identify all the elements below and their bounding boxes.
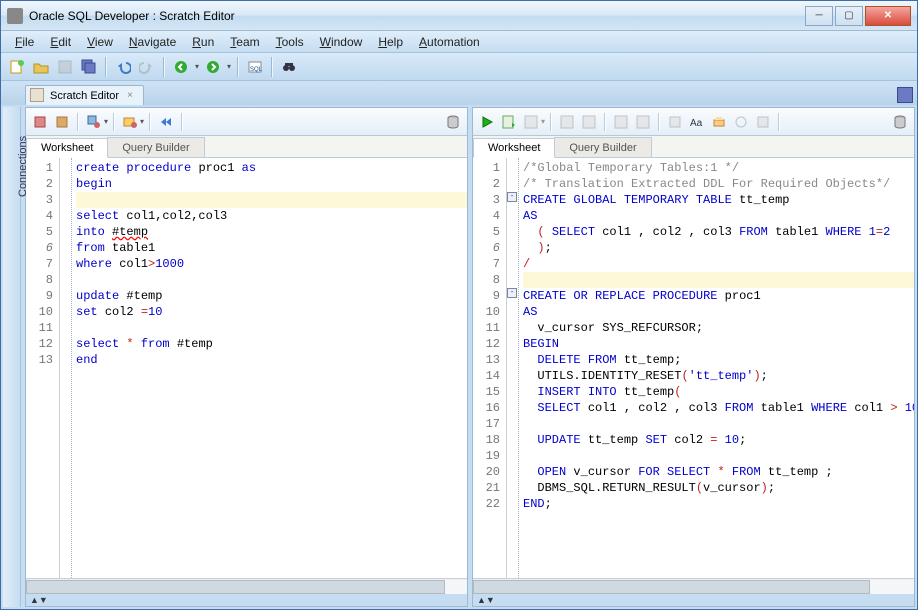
back-dropdown-icon[interactable]: ▾ bbox=[195, 62, 199, 71]
sub-separator bbox=[181, 113, 183, 131]
document-icon bbox=[30, 88, 44, 102]
left-gutter: 12345678910111213 bbox=[26, 158, 60, 578]
cube-icon[interactable] bbox=[30, 112, 50, 132]
connections-rail[interactable]: Connections bbox=[3, 107, 21, 607]
menubar: FileEditViewNavigateRunTeamToolsWindowHe… bbox=[1, 31, 917, 53]
right-ws-tabs: Worksheet Query Builder bbox=[473, 136, 914, 158]
tab-close-icon[interactable]: × bbox=[127, 90, 133, 101]
tool2-icon[interactable] bbox=[120, 112, 140, 132]
toolbar-separator bbox=[163, 57, 165, 77]
autotrace-icon[interactable] bbox=[557, 112, 577, 132]
svg-text:SQL: SQL bbox=[250, 67, 263, 73]
right-editor[interactable]: 12345678910111213141516171819202122 -- /… bbox=[473, 158, 914, 578]
right-pane: ▾ Aa Worksheet Query Builder bbox=[472, 107, 915, 607]
left-ws-tabs: Worksheet Query Builder bbox=[26, 136, 467, 158]
toolbar-separator bbox=[271, 57, 273, 77]
tab-label: Scratch Editor bbox=[50, 90, 119, 102]
main-toolbar: ▾ ▾ SQL bbox=[1, 53, 917, 81]
right-sub-toolbar: ▾ Aa bbox=[473, 108, 914, 136]
forward-dropdown-icon[interactable]: ▾ bbox=[227, 62, 231, 71]
case-icon[interactable]: Aa bbox=[687, 112, 707, 132]
tab-query-builder[interactable]: Query Builder bbox=[554, 137, 651, 157]
minimize-button[interactable]: ─ bbox=[805, 6, 833, 26]
app-icon bbox=[7, 8, 23, 24]
undo-icon[interactable] bbox=[113, 57, 133, 77]
sub-separator bbox=[550, 113, 552, 131]
left-fold-gutter bbox=[60, 158, 72, 578]
sub-separator bbox=[604, 113, 606, 131]
sub-separator bbox=[113, 113, 115, 131]
app-window: Oracle SQL Developer : Scratch Editor ─ … bbox=[0, 0, 918, 610]
toolbar-separator bbox=[105, 57, 107, 77]
menu-navigate[interactable]: Navigate bbox=[121, 33, 184, 51]
left-editor[interactable]: 12345678910111213 create procedure proc1… bbox=[26, 158, 467, 578]
fold-toggle-icon[interactable]: - bbox=[507, 288, 517, 298]
database-icon[interactable] bbox=[443, 112, 463, 132]
save-icon[interactable] bbox=[55, 57, 75, 77]
expand-icon[interactable] bbox=[156, 112, 176, 132]
menu-automation[interactable]: Automation bbox=[411, 33, 488, 51]
forward-icon[interactable] bbox=[203, 57, 223, 77]
new-icon[interactable] bbox=[7, 57, 27, 77]
commit-icon[interactable] bbox=[579, 112, 599, 132]
format-icon[interactable] bbox=[665, 112, 685, 132]
left-sub-toolbar: ▾ ▾ bbox=[26, 108, 467, 136]
redo-icon[interactable] bbox=[137, 57, 157, 77]
window-title: Oracle SQL Developer : Scratch Editor bbox=[29, 9, 803, 23]
maximize-button[interactable]: ▢ bbox=[835, 6, 863, 26]
left-hscroll[interactable] bbox=[26, 578, 467, 594]
svg-text:Aa: Aa bbox=[690, 118, 703, 129]
sub-separator bbox=[658, 113, 660, 131]
left-bottom-handles[interactable]: ▲▼ bbox=[26, 594, 467, 606]
tab-list-button[interactable] bbox=[897, 87, 913, 103]
menu-run[interactable]: Run bbox=[184, 33, 222, 51]
rec-icon[interactable] bbox=[753, 112, 773, 132]
menu-team[interactable]: Team bbox=[222, 33, 267, 51]
document-tabs: Scratch Editor × bbox=[1, 81, 917, 105]
toolbar-separator bbox=[237, 57, 239, 77]
tab-worksheet[interactable]: Worksheet bbox=[26, 138, 108, 158]
tab-scratch-editor[interactable]: Scratch Editor × bbox=[25, 85, 144, 105]
sub-separator bbox=[149, 113, 151, 131]
tab-worksheet[interactable]: Worksheet bbox=[473, 138, 555, 158]
binoculars-icon[interactable] bbox=[279, 57, 299, 77]
tool1-icon[interactable] bbox=[84, 112, 104, 132]
explain-icon[interactable] bbox=[521, 112, 541, 132]
right-code[interactable]: /*Global Temporary Tables:1 *//* Transla… bbox=[519, 158, 914, 578]
titlebar: Oracle SQL Developer : Scratch Editor ─ … bbox=[1, 1, 917, 31]
close-button[interactable]: ✕ bbox=[865, 6, 911, 26]
right-hscroll[interactable] bbox=[473, 578, 914, 594]
content-area: Connections ▾ ▾ Worksheet Query bbox=[1, 105, 917, 609]
fold-toggle-icon[interactable]: - bbox=[507, 192, 517, 202]
sub-separator bbox=[778, 113, 780, 131]
open-icon[interactable] bbox=[31, 57, 51, 77]
run-script-icon[interactable] bbox=[499, 112, 519, 132]
right-bottom-handles[interactable]: ▲▼ bbox=[473, 594, 914, 606]
database-icon[interactable] bbox=[890, 112, 910, 132]
menu-tools[interactable]: Tools bbox=[268, 33, 312, 51]
right-fold-gutter: -- bbox=[507, 158, 519, 578]
cube2-icon[interactable] bbox=[52, 112, 72, 132]
menu-edit[interactable]: Edit bbox=[42, 33, 79, 51]
left-code[interactable]: create procedure proc1 asbegin select co… bbox=[72, 158, 467, 578]
tab-query-builder[interactable]: Query Builder bbox=[107, 137, 204, 157]
unshared-icon[interactable] bbox=[633, 112, 653, 132]
sub-separator bbox=[77, 113, 79, 131]
history-icon[interactable] bbox=[731, 112, 751, 132]
menu-help[interactable]: Help bbox=[370, 33, 411, 51]
tool2-dropdown-icon[interactable]: ▾ bbox=[140, 117, 144, 126]
explain-dropdown-icon[interactable]: ▾ bbox=[541, 117, 545, 126]
sql-icon[interactable]: SQL bbox=[245, 57, 265, 77]
menu-view[interactable]: View bbox=[79, 33, 121, 51]
run-icon[interactable] bbox=[477, 112, 497, 132]
left-pane: ▾ ▾ Worksheet Query Builder 123456789101… bbox=[25, 107, 468, 607]
menu-file[interactable]: File bbox=[7, 33, 42, 51]
clear-icon[interactable] bbox=[709, 112, 729, 132]
right-gutter: 12345678910111213141516171819202122 bbox=[473, 158, 507, 578]
menu-window[interactable]: Window bbox=[312, 33, 371, 51]
save-all-icon[interactable] bbox=[79, 57, 99, 77]
back-icon[interactable] bbox=[171, 57, 191, 77]
rollback-icon[interactable] bbox=[611, 112, 631, 132]
tool1-dropdown-icon[interactable]: ▾ bbox=[104, 117, 108, 126]
